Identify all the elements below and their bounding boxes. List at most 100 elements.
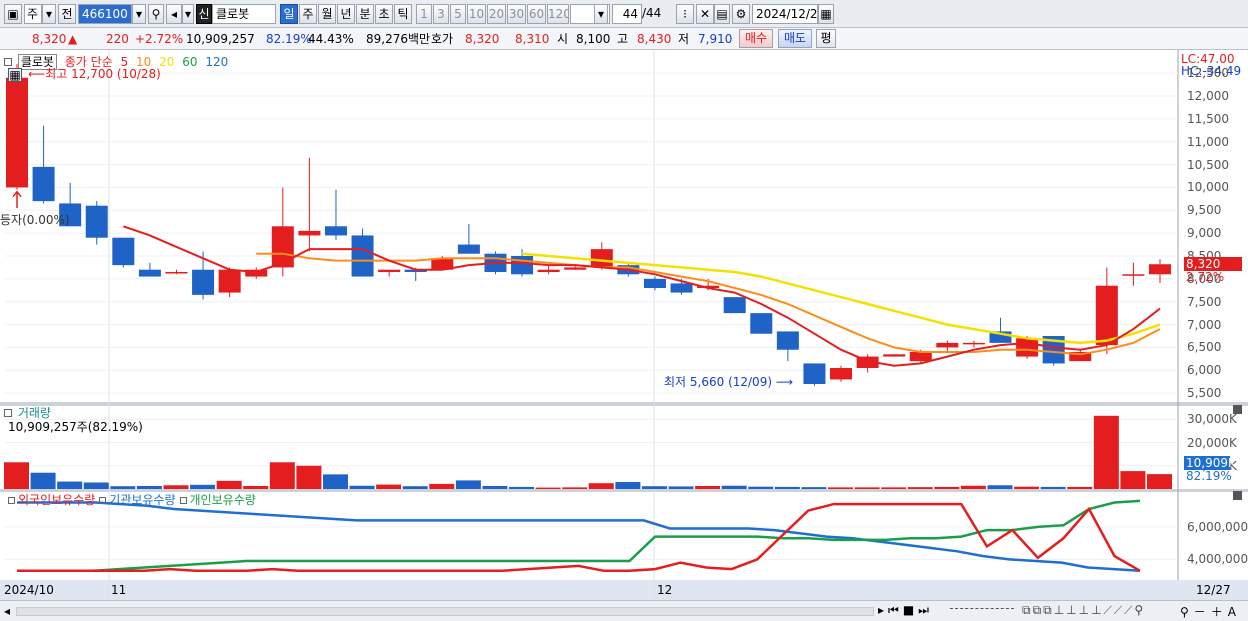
volume-tick-label: 20,000K	[1187, 435, 1237, 450]
scroll-nav-icons[interactable]: ▸⏮■⏭	[878, 603, 933, 618]
price-tick-label: 11,500	[1187, 111, 1229, 126]
minute-option-1[interactable]: 1	[416, 4, 432, 24]
period-tab-5[interactable]: 초	[375, 4, 393, 24]
candle-body	[1016, 338, 1039, 357]
quote-bar: 8,320 ▲ 220 +2.72% 10,909,257 82.19% 44.…	[0, 28, 1248, 50]
price-tick-label: 10,500	[1187, 157, 1229, 172]
volume-bar	[907, 487, 933, 489]
period-tab-0[interactable]: 일	[280, 4, 298, 24]
minute-option-30[interactable]: 30	[507, 4, 526, 24]
open-price: 8,100	[576, 32, 611, 46]
period-tab-4[interactable]: 분	[356, 4, 374, 24]
volume-bar	[1093, 415, 1119, 489]
eval-button[interactable]: 평	[816, 29, 836, 48]
market-dropdown-icon[interactable]: ▾	[42, 4, 56, 24]
candle-body	[830, 368, 853, 380]
prev-period-button[interactable]: 전	[58, 4, 76, 24]
sell-button[interactable]: 매도	[778, 29, 812, 48]
x-axis-dec: 12	[657, 583, 673, 597]
candle-body	[351, 235, 374, 277]
candle-body	[883, 354, 906, 357]
volume-bar	[535, 487, 561, 489]
volume-bar	[854, 487, 880, 489]
volume-bar	[110, 486, 136, 489]
zoom-slider[interactable]	[950, 608, 1014, 612]
window-menu-icon[interactable]: ▣	[4, 4, 22, 24]
calendar-icon[interactable]: ▦	[818, 4, 834, 24]
code-dropdown-icon[interactable]: ▾	[132, 4, 146, 24]
stock-name-value: 클로봇	[216, 7, 250, 21]
legend-box-icon	[99, 497, 107, 504]
period-tab-2[interactable]: 월	[318, 4, 336, 24]
market-type-select[interactable]: 주	[24, 4, 42, 24]
volume-bar	[455, 480, 481, 489]
period-tab-1[interactable]: 주	[299, 4, 317, 24]
calendar-small-icon[interactable]: ▦	[8, 68, 22, 82]
stock-code-input[interactable]: 466100	[78, 4, 132, 24]
chart-area[interactable]: 클로봇 종가 단순 5 10 20 60 120 ▦ ⟵최고 12,700 (1…	[0, 50, 1248, 621]
zoom-controls-icons[interactable]: ⚲－＋A	[1180, 603, 1241, 620]
chart-canvas[interactable]	[0, 50, 1248, 621]
price-tick-label: 10,000	[1187, 180, 1229, 195]
eval-button-label: 평	[820, 31, 832, 45]
minute-option-20[interactable]: 20	[487, 4, 506, 24]
date-input[interactable]: 2024/12/27	[752, 4, 818, 24]
ask-label: 호가	[431, 32, 454, 46]
buy-button[interactable]: 매수	[739, 29, 773, 48]
candle-body	[6, 77, 28, 188]
volume-bar	[216, 480, 242, 489]
price-tick-label: 12,000	[1187, 89, 1229, 103]
minute-option-10[interactable]: 10	[467, 4, 486, 24]
gear-icon[interactable]: ⚙	[732, 4, 750, 24]
horizontal-scrollbar[interactable]	[16, 607, 874, 616]
low-marker-label: 최저 5,660 (12/09)	[664, 375, 773, 389]
drawing-tools-icons[interactable]: ⧉⧉⧉⊥⊥⊥⊥⟋⟋⟋⚲	[1022, 603, 1145, 618]
panel-box-icon	[4, 409, 12, 417]
volume-bar	[562, 487, 588, 489]
volume-panel-close-icon[interactable]	[1233, 405, 1242, 414]
count-input[interactable]: 44	[612, 4, 642, 24]
price-tick-label: 7,000	[1187, 317, 1222, 332]
period-tab-3[interactable]: 년	[337, 4, 355, 24]
prev-period-label: 전	[61, 7, 73, 21]
volume-bar	[748, 486, 774, 489]
speaker-icon[interactable]: ◂	[166, 4, 182, 24]
save-icon[interactable]: ▤	[714, 4, 730, 24]
candle-body	[1122, 274, 1145, 276]
chart-toolbar: ▣ 주 ▾ 전 466100 ▾ ⚲ ◂ ▾ 신 클로봇 일주월년분초틱 135…	[0, 0, 1248, 28]
candle-body	[962, 342, 985, 345]
change-arrow-icon: ▲	[68, 32, 78, 46]
draw-tool-icon[interactable]: ✕	[696, 4, 714, 24]
x-axis-end: 12/27	[1196, 583, 1231, 597]
search-icon[interactable]: ⚲	[148, 4, 164, 24]
speaker-dropdown-icon[interactable]: ▾	[182, 4, 194, 24]
candle-body	[936, 342, 959, 348]
compare-icon[interactable]: ⁝	[676, 4, 694, 24]
holdings-panel-close-icon[interactable]	[1233, 491, 1242, 500]
period-tab-6[interactable]: 틱	[394, 4, 412, 24]
price-tick-label: 7,500	[1187, 294, 1222, 309]
holdings-legend-1: 기관보유수량	[109, 493, 176, 507]
volume-bar	[668, 486, 694, 489]
volume-bar	[615, 482, 641, 489]
price-tick-label: 5,500	[1187, 386, 1222, 401]
stock-name-field[interactable]: 클로봇	[212, 4, 276, 24]
volume-bar	[376, 484, 402, 489]
candle-body	[112, 237, 135, 266]
turnover-pct: 44.43%	[308, 32, 354, 46]
candle-body	[723, 297, 746, 314]
holdings-series-line	[17, 499, 1141, 573]
open-label: 시	[557, 32, 569, 46]
holdings-tick-label: 4,000,000	[1187, 552, 1248, 567]
minute-option-3[interactable]: 3	[433, 4, 449, 24]
volume-bar	[163, 485, 189, 489]
minute-option-120[interactable]: 120	[547, 4, 569, 24]
candle-body	[590, 249, 613, 268]
market-type-label: 주	[27, 7, 39, 21]
trade-amount: 89,276백만	[366, 32, 431, 46]
minute-option-5[interactable]: 5	[450, 4, 466, 24]
scroll-left-icon[interactable]: ◂	[4, 604, 10, 618]
minute-option-60[interactable]: 60	[527, 4, 546, 24]
custom-period-dropdown-icon[interactable]: ▾	[594, 4, 608, 24]
current-volume-tag-value: 10,909K	[1186, 456, 1236, 470]
